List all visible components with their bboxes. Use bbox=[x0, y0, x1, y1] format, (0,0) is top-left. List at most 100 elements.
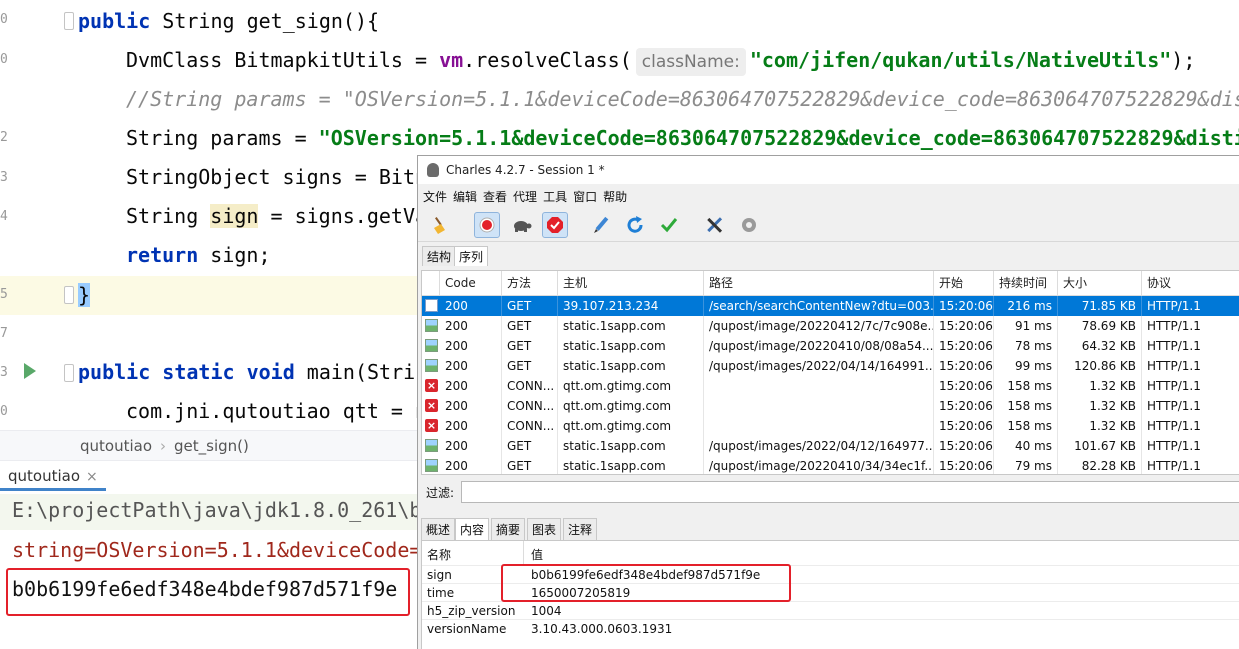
cell-duration: 79 ms bbox=[994, 456, 1058, 474]
menu-tools[interactable]: 工具 bbox=[543, 190, 567, 204]
filter-input[interactable] bbox=[461, 481, 1239, 503]
table-row[interactable]: 200 GET static.1sapp.com/qupost/images/202… bbox=[422, 356, 1239, 376]
record-icon[interactable] bbox=[474, 212, 500, 238]
broom-icon[interactable] bbox=[428, 212, 454, 238]
cell-code: 200 bbox=[440, 376, 502, 396]
detail-row[interactable]: h5_zip_version 1004 bbox=[422, 601, 1239, 619]
code-line[interactable]: public String get_sign(){ bbox=[78, 2, 379, 41]
line-number: 0 bbox=[0, 404, 8, 419]
fold-marker-icon[interactable] bbox=[64, 12, 74, 30]
cell-host: qtt.om.gtimg.com bbox=[558, 416, 704, 436]
throttle-turtle-icon[interactable] bbox=[508, 212, 534, 238]
highlight-box bbox=[501, 564, 791, 602]
table-row[interactable]: 200 GET static.1sapp.com/qupost/images/202… bbox=[422, 436, 1239, 456]
image-file-icon bbox=[425, 459, 438, 472]
menu-proxy[interactable]: 代理 bbox=[513, 190, 537, 204]
document-icon bbox=[425, 299, 438, 312]
code-line[interactable]: String sign = signs.getVa bbox=[126, 197, 427, 236]
cell-size: 64.32 KB bbox=[1058, 336, 1142, 356]
tab-chart[interactable]: 图表 bbox=[527, 518, 562, 540]
fold-marker-icon[interactable] bbox=[64, 364, 74, 382]
line-number: 3 bbox=[0, 170, 8, 185]
table-row[interactable]: × 200 CONN... qtt.om.gtimg.com 15:20:06 158 m… bbox=[422, 396, 1239, 416]
column-header-start[interactable]: 开始 bbox=[934, 271, 994, 296]
menu-edit[interactable]: 编辑 bbox=[453, 190, 477, 204]
code-line[interactable]: String params = "OSVersion=5.1.1&deviceC… bbox=[126, 119, 1239, 158]
repeat-refresh-icon[interactable] bbox=[622, 212, 648, 238]
tab-summary[interactable]: 摘要 bbox=[491, 518, 526, 540]
table-row[interactable]: 200 GET static.1sapp.com/qupost/image/2022… bbox=[422, 316, 1239, 336]
toolbar bbox=[418, 208, 1239, 242]
column-header-code[interactable]: Code bbox=[440, 271, 502, 296]
breakpoints-icon[interactable] bbox=[542, 212, 568, 238]
code-line[interactable]: } bbox=[78, 276, 91, 315]
code-line[interactable]: //String params = "OSVersion=5.1.1&devic… bbox=[126, 80, 1239, 119]
breadcrumb: qutoutiao › get_sign() bbox=[0, 430, 420, 460]
table-row[interactable]: × 200 CONN... qtt.om.gtimg.com 15:20:06 158 m… bbox=[422, 416, 1239, 436]
cell-method: CONN... bbox=[502, 416, 558, 436]
tab-contents[interactable]: 内容 bbox=[455, 518, 490, 540]
menu-view[interactable]: 查看 bbox=[483, 190, 507, 204]
menu-window[interactable]: 窗口 bbox=[573, 190, 597, 204]
table-row[interactable]: × 200 CONN... qtt.om.gtimg.com 15:20:06 158 m… bbox=[422, 376, 1239, 396]
cell-start: 15:20:06 bbox=[934, 296, 994, 316]
column-header-duration[interactable]: 持续时间 bbox=[994, 271, 1058, 296]
error-icon: × bbox=[425, 399, 438, 412]
code-line[interactable]: com.jni.qutoutiao qtt = n bbox=[126, 392, 427, 431]
window-title-bar[interactable]: Charles 4.2.7 - Session 1 * bbox=[418, 156, 1239, 184]
detail-row[interactable]: versionName 3.10.43.000.0603.1931 bbox=[422, 619, 1239, 637]
detail-value: 1004 bbox=[531, 604, 562, 618]
column-header-protocol[interactable]: 协议 bbox=[1142, 271, 1239, 296]
cell-host: static.1sapp.com bbox=[558, 356, 704, 376]
image-file-icon bbox=[425, 439, 438, 452]
cell-size: 78.69 KB bbox=[1058, 316, 1142, 336]
cell-duration: 91 ms bbox=[994, 316, 1058, 336]
console-java-path: E:\projectPath\java\jdk1.8.0_261\b bbox=[12, 498, 422, 522]
tab-notes[interactable]: 注释 bbox=[563, 518, 598, 540]
error-icon: × bbox=[425, 419, 438, 432]
compose-pen-icon[interactable] bbox=[588, 212, 614, 238]
column-header-host[interactable]: 主机 bbox=[558, 271, 704, 296]
table-row[interactable]: 200 GET static.1sapp.com/qupost/image/2022… bbox=[422, 336, 1239, 356]
run-tab[interactable]: qutoutiao × bbox=[0, 461, 106, 491]
table-row[interactable]: 200 GET 39.107.213.234/search/searchConten… bbox=[422, 296, 1239, 316]
menu-file[interactable]: 文件 bbox=[423, 190, 447, 204]
validate-check-icon[interactable] bbox=[656, 212, 682, 238]
cell-start: 15:20:06 bbox=[934, 376, 994, 396]
code-line[interactable]: public static void main(Strin bbox=[78, 353, 427, 392]
tools-icon[interactable] bbox=[702, 212, 728, 238]
fold-marker-icon[interactable] bbox=[64, 286, 74, 304]
settings-gear-icon[interactable] bbox=[736, 212, 762, 238]
detail-header-value[interactable]: 值 bbox=[526, 541, 1239, 565]
breadcrumb-class[interactable]: qutoutiao bbox=[80, 437, 152, 455]
cell-duration: 158 ms bbox=[994, 396, 1058, 416]
detail-header-name[interactable]: 名称 bbox=[422, 541, 524, 565]
tab-overview[interactable]: 概述 bbox=[421, 518, 456, 540]
column-header-method[interactable]: 方法 bbox=[502, 271, 558, 296]
code-line[interactable]: return sign; bbox=[126, 236, 271, 275]
tab-structure[interactable]: 结构 bbox=[422, 246, 457, 266]
code-keyword: public static void bbox=[78, 360, 295, 384]
cell-start: 15:20:06 bbox=[934, 356, 994, 376]
tab-sequence[interactable]: 序列 bbox=[454, 246, 489, 266]
cell-start: 15:20:06 bbox=[934, 336, 994, 356]
filter-label: 过滤: bbox=[426, 486, 455, 500]
cell-path: /qupost/image/20220412/7c/7c908e... bbox=[704, 316, 934, 336]
table-row[interactable]: 200 GET static.1sapp.com/qupost/image/2022… bbox=[422, 456, 1239, 474]
cell-host: qtt.om.gtimg.com bbox=[558, 396, 704, 416]
column-header-size[interactable]: 大小 bbox=[1058, 271, 1142, 296]
sign-variable-highlight: sign bbox=[210, 204, 259, 228]
cell-method: CONN... bbox=[502, 396, 558, 416]
column-header-path[interactable]: 路径 bbox=[704, 271, 934, 296]
cell-size: 82.28 KB bbox=[1058, 456, 1142, 474]
code-text: com.jni.qutoutiao qtt = n bbox=[126, 399, 428, 423]
line-number: 0 bbox=[0, 12, 8, 27]
cell-size: 120.86 KB bbox=[1058, 356, 1142, 376]
breadcrumb-method[interactable]: get_sign() bbox=[174, 437, 249, 455]
code-line[interactable]: DvmClass BitmapkitUtils = vm.resolveClas… bbox=[126, 41, 1195, 80]
detail-name: h5_zip_version bbox=[427, 604, 516, 618]
close-icon[interactable]: × bbox=[86, 469, 98, 485]
code-line[interactable]: StringObject signs = Bitn bbox=[126, 158, 427, 197]
run-gutter-icon[interactable] bbox=[24, 363, 36, 379]
menu-help[interactable]: 帮助 bbox=[603, 190, 627, 204]
